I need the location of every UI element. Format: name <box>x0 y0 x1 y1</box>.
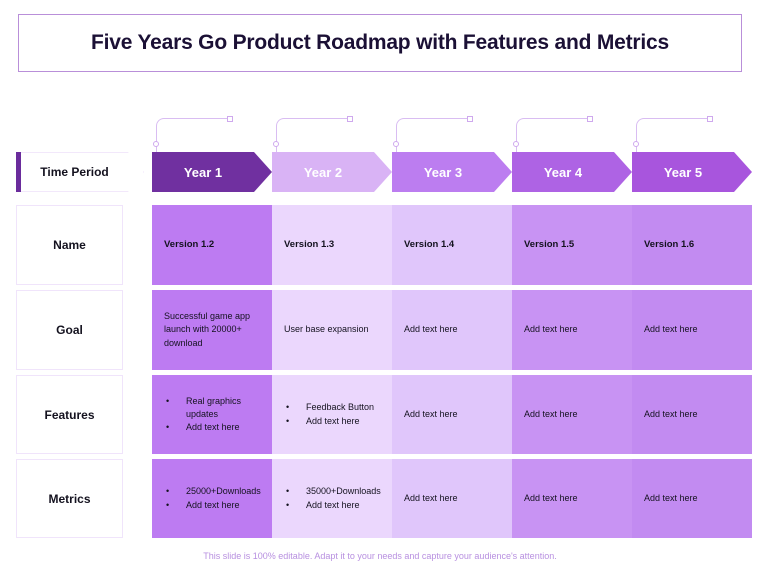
year-chevron-label: Year 2 <box>303 164 343 180</box>
bullet-item: Real graphics updates <box>164 395 260 421</box>
bullet-list: Feedback ButtonAdd text here <box>284 401 380 427</box>
connector-circle-icon <box>513 141 519 147</box>
cell-text: Version 1.5 <box>524 239 575 251</box>
cell-text: Version 1.2 <box>164 239 215 251</box>
row-label-text: Features <box>44 407 95 422</box>
cell-name-year-3[interactable]: Version 1.4 <box>392 205 512 285</box>
cell-text: Version 1.3 <box>284 239 335 251</box>
bullet-item: Add text here <box>164 499 260 512</box>
year-chevron-label: Year 3 <box>423 164 463 180</box>
cell-features-year-3[interactable]: Add text here <box>392 375 512 454</box>
cell-text: Add text here <box>644 408 698 419</box>
time-period-label-cell: Time Period <box>16 152 144 192</box>
bullet-item: Add text here <box>164 421 260 434</box>
row-label-text: Name <box>53 238 86 252</box>
cell-metrics-year-3[interactable]: Add text here <box>392 459 512 538</box>
connector-circle-icon <box>153 141 159 147</box>
connector-square-icon <box>707 116 713 122</box>
year-chevron-1[interactable]: Year 1 <box>152 152 272 192</box>
cell-text: Add text here <box>404 324 458 335</box>
cell-metrics-year-1[interactable]: 25000+DownloadsAdd text here <box>152 459 272 538</box>
connector-circle-icon <box>393 141 399 147</box>
row-label-name: Name <box>16 205 123 285</box>
roadmap-board: Time Period Year 1 Year 2 Year 3 Year 4 Year … <box>0 0 760 570</box>
cell-goal-year-4[interactable]: Add text here <box>512 290 632 370</box>
cell-text: Version 1.4 <box>404 239 455 251</box>
cell-name-year-1[interactable]: Version 1.2 <box>152 205 272 285</box>
connector-square-icon <box>227 116 233 122</box>
year-chevron-3[interactable]: Year 3 <box>392 152 512 192</box>
bullet-item: Add text here <box>284 499 380 512</box>
cell-text: Add text here <box>524 492 578 503</box>
cell-metrics-year-5[interactable]: Add text here <box>632 459 752 538</box>
timeline-connector-5 <box>633 116 713 154</box>
connector-square-icon <box>587 116 593 122</box>
timeline-connector-1 <box>153 116 233 154</box>
cell-text: User base expansion <box>284 324 369 335</box>
cell-text: Successful game app launch with 20000+ d… <box>164 311 251 348</box>
connector-circle-icon <box>273 141 279 147</box>
bullet-item: 35000+Downloads <box>284 485 381 498</box>
bullet-item: Feedback Button <box>284 401 380 414</box>
cell-features-year-4[interactable]: Add text here <box>512 375 632 454</box>
row-label-goal: Goal <box>16 290 123 370</box>
cell-text: Add text here <box>404 408 458 419</box>
year-chevron-4[interactable]: Year 4 <box>512 152 632 192</box>
connector-square-icon <box>347 116 353 122</box>
row-label-metrics: Metrics <box>16 459 123 538</box>
year-chevron-label: Year 1 <box>183 164 223 180</box>
cell-text: Add text here <box>644 324 698 335</box>
timeline-connector-3 <box>393 116 473 154</box>
cell-metrics-year-2[interactable]: 35000+DownloadsAdd text here <box>272 459 392 538</box>
cell-text: Version 1.6 <box>644 239 695 251</box>
bullet-list: 25000+DownloadsAdd text here <box>164 485 261 512</box>
cell-features-year-5[interactable]: Add text here <box>632 375 752 454</box>
year-chevron-label: Year 4 <box>543 164 583 180</box>
bullet-item: Add text here <box>284 415 380 428</box>
cell-goal-year-1[interactable]: Successful game app launch with 20000+ d… <box>152 290 272 370</box>
year-chevron-label: Year 5 <box>663 164 703 180</box>
cell-goal-year-3[interactable]: Add text here <box>392 290 512 370</box>
footer-note: This slide is 100% editable. Adapt it to… <box>203 551 557 561</box>
timeline-connector-2 <box>273 116 353 154</box>
row-label-text: Goal <box>56 323 83 337</box>
timeline-connector-4 <box>513 116 593 154</box>
cell-metrics-year-4[interactable]: Add text here <box>512 459 632 538</box>
cell-name-year-2[interactable]: Version 1.3 <box>272 205 392 285</box>
cell-features-year-2[interactable]: Feedback ButtonAdd text here <box>272 375 392 454</box>
cell-name-year-4[interactable]: Version 1.5 <box>512 205 632 285</box>
cell-text: Add text here <box>524 324 578 335</box>
year-chevron-5[interactable]: Year 5 <box>632 152 752 192</box>
connector-circle-icon <box>633 141 639 147</box>
time-period-label: Time Period <box>40 165 109 179</box>
cell-name-year-5[interactable]: Version 1.6 <box>632 205 752 285</box>
cell-goal-year-2[interactable]: User base expansion <box>272 290 392 370</box>
cell-goal-year-5[interactable]: Add text here <box>632 290 752 370</box>
bullet-item: 25000+Downloads <box>164 485 261 498</box>
bullet-list: Real graphics updatesAdd text here <box>164 395 260 434</box>
bullet-list: 35000+DownloadsAdd text here <box>284 485 381 512</box>
row-label-text: Metrics <box>48 491 91 506</box>
cell-text: Add text here <box>524 408 578 419</box>
row-label-features: Features <box>16 375 123 454</box>
cell-text: Add text here <box>404 492 458 503</box>
year-chevron-2[interactable]: Year 2 <box>272 152 392 192</box>
cell-text: Add text here <box>644 492 698 503</box>
cell-features-year-1[interactable]: Real graphics updatesAdd text here <box>152 375 272 454</box>
connector-square-icon <box>467 116 473 122</box>
